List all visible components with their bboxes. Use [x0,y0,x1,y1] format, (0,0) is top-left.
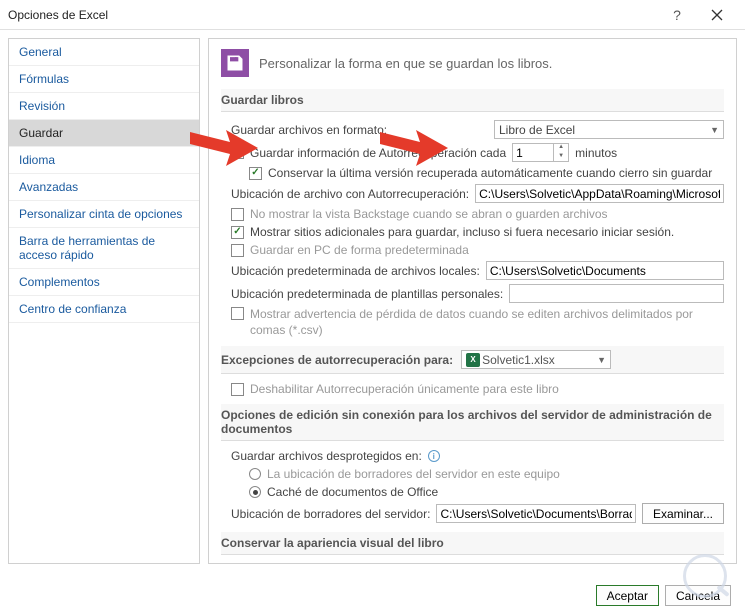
autosave-unit: minutos [575,146,617,160]
personal-templates-input[interactable] [509,284,724,303]
section-guardar-libros: Guardar libros [221,89,724,112]
help-button[interactable]: ? [657,1,697,29]
autosave-checkbox[interactable] [231,146,244,159]
autorecover-path-input[interactable] [475,184,724,203]
sidebar-item-personalizar-cinta[interactable]: Personalizar cinta de opciones [9,201,199,228]
autosave-minutes-input[interactable] [513,144,553,161]
cancel-button[interactable]: Cancela [665,585,731,606]
autosave-minutes-spinner[interactable]: ▲▼ [512,143,569,162]
spin-up[interactable]: ▲ [554,144,568,153]
disable-autorecover-checkbox[interactable] [231,383,244,396]
disable-autorecover-label: Deshabilitar Autorrecuperación únicament… [250,382,559,396]
save-pc-default-label: Guardar en PC de forma predeterminada [250,243,469,257]
save-unprotected-label: Guardar archivos desprotegidos en: [231,449,422,463]
sidebar-item-guardar[interactable]: Guardar [9,120,199,147]
autosave-label: Guardar información de Autorrecuperación… [250,146,506,160]
no-backstage-label: No mostrar la vista Backstage cuando se … [250,207,608,221]
radio-server-drafts[interactable] [249,468,261,480]
spin-down[interactable]: ▼ [554,153,568,162]
excepciones-title: Excepciones de autorrecuperación para: [221,353,453,367]
dialog-footer: Aceptar Cancela [596,585,731,606]
sidebar-item-complementos[interactable]: Complementos [9,269,199,296]
panel-header-text: Personalizar la forma en que se guardan … [259,56,552,71]
titlebar: Opciones de Excel ? [0,0,745,30]
csv-warning-label: Mostrar advertencia de pérdida de datos … [250,307,724,338]
csv-warning-checkbox[interactable] [231,307,244,320]
panel-header: Personalizar la forma en que se guardan … [221,49,724,77]
show-additional-label: Mostrar sitios adicionales para guardar,… [250,225,674,239]
no-backstage-checkbox[interactable] [231,208,244,221]
drafts-path-input[interactable] [436,504,636,523]
sidebar-item-barra-acceso-rapido[interactable]: Barra de herramientas de acceso rápido [9,228,199,269]
main-panel[interactable]: Personalizar la forma en que se guardan … [208,38,737,564]
section-appearance: Conservar la apariencia visual del libro [221,532,724,555]
local-files-input[interactable] [486,261,724,280]
section-offline: Opciones de edición sin conexión para lo… [221,404,724,441]
show-additional-checkbox[interactable] [231,226,244,239]
chevron-down-icon: ▼ [597,355,606,365]
sidebar-item-centro-confianza[interactable]: Centro de confianza [9,296,199,323]
category-sidebar: General Fórmulas Revisión Guardar Idioma… [8,38,200,564]
format-value: Libro de Excel [499,123,575,137]
radio-server-drafts-label: La ubicación de borradores del servidor … [267,467,560,481]
save-pc-default-checkbox[interactable] [231,244,244,257]
chevron-down-icon: ▼ [710,125,719,135]
excepciones-workbook-select[interactable]: XSolvetic1.xlsx ▼ [461,350,611,369]
sidebar-item-formulas[interactable]: Fórmulas [9,66,199,93]
autorecover-path-label: Ubicación de archivo con Autorrecuperaci… [231,187,469,201]
personal-templates-label: Ubicación predeterminada de plantillas p… [231,287,503,301]
info-icon[interactable]: i [428,450,440,462]
close-icon [711,9,723,21]
save-floppy-icon [221,49,249,77]
excepciones-workbook: Solvetic1.xlsx [482,353,555,367]
close-button[interactable] [697,1,737,29]
radio-office-cache-label: Caché de documentos de Office [267,485,438,499]
excel-file-icon: X [466,353,480,367]
sidebar-item-revision[interactable]: Revisión [9,93,199,120]
accept-button[interactable]: Aceptar [596,585,659,606]
local-files-label: Ubicación predeterminada de archivos loc… [231,264,480,278]
section-excepciones: Excepciones de autorrecuperación para: X… [221,346,724,374]
radio-office-cache[interactable] [249,486,261,498]
format-select[interactable]: Libro de Excel ▼ [494,120,724,139]
window-title: Opciones de Excel [8,8,657,22]
browse-button[interactable]: Examinar... [642,503,724,524]
keep-last-label: Conservar la última versión recuperada a… [268,166,712,180]
sidebar-item-idioma[interactable]: Idioma [9,147,199,174]
sidebar-item-avanzadas[interactable]: Avanzadas [9,174,199,201]
drafts-path-label: Ubicación de borradores del servidor: [231,507,430,521]
sidebar-item-general[interactable]: General [9,39,199,66]
keep-last-checkbox[interactable] [249,167,262,180]
format-label: Guardar archivos en formato: [231,123,387,137]
